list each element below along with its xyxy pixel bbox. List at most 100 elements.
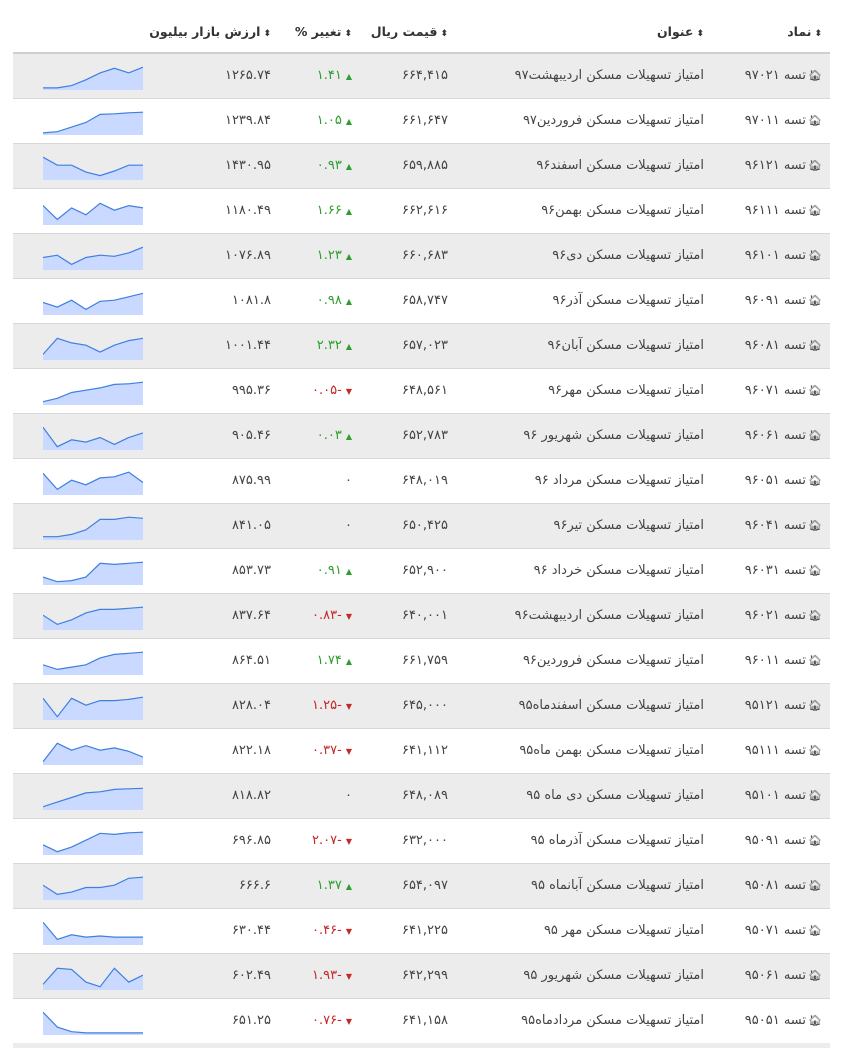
price-cell: ۶۴۲,۲۹۹ — [401, 968, 448, 983]
table-row[interactable]: 🏠︎تسه ۹۵۰۷۱ امتیاز تسهیلات مسکن مهر ۹۵ ۶۴۱… — [13, 909, 830, 954]
symbol-cell[interactable]: 🏠︎تسه ۹۵۰۹۱ — [745, 833, 822, 848]
change-value: -۱.۹۳ — [312, 968, 342, 983]
column-header-market-cap[interactable]: ⬍ارزش بازار بیلیون — [149, 24, 271, 39]
column-header-price[interactable]: ⬍قیمت ریال — [371, 24, 448, 39]
symbol-cell[interactable]: 🏠︎تسه ۹۷۰۲۱ — [745, 68, 822, 83]
symbol-text: تسه ۹۵۰۹۱ — [744, 833, 807, 848]
sparkline-area — [43, 382, 143, 405]
sparkline-area — [43, 922, 143, 945]
sparkline-chart — [43, 831, 143, 855]
table-header: ⬍نماد ⬍عنوان ⬍قیمت ریال ⬍تغییر % ⬍ارزش ب… — [13, 0, 830, 54]
table-row[interactable]: 🏠︎تسه ۹۶۱۱۱ امتیاز تسهیلات مسکن بهمن۹۶ ۶۶۲… — [13, 189, 830, 234]
symbol-cell[interactable]: 🏠︎تسه ۹۶۰۵۱ — [745, 473, 822, 488]
symbol-cell[interactable]: 🏠︎تسه ۹۵۰۵۱ — [745, 1013, 822, 1028]
sparkline-area — [43, 652, 143, 675]
symbol-text: تسه ۹۶۱۲۱ — [744, 158, 807, 173]
triangle-up-icon: ▲ — [345, 297, 352, 306]
table-row[interactable]: 🏠︎تسه ۹۶۰۲۱ امتیاز تسهیلات مسکن اردیبهشت۹… — [13, 594, 830, 639]
symbol-cell[interactable]: 🏠︎تسه ۹۷۰۱۱ — [745, 113, 822, 128]
symbol-cell[interactable]: 🏠︎تسه ۹۵۰۷۱ — [745, 923, 822, 938]
sparkline-area — [43, 157, 143, 180]
symbol-cell[interactable]: 🏠︎تسه ۹۶۰۴۱ — [745, 518, 822, 533]
table-row[interactable]: 🏠︎تسه ۹۷۰۲۱ امتیاز تسهیلات مسکن اردیبهشت۹… — [13, 54, 830, 99]
symbol-cell[interactable]: 🏠︎تسه ۹۶۰۲۱ — [745, 608, 822, 623]
price-cell: ۶۵۸,۷۴۷ — [401, 293, 448, 308]
table-row[interactable]: 🏠︎تسه ۹۶۰۹۱ امتیاز تسهیلات مسکن آذر۹۶ ۶۵۸,… — [13, 279, 830, 324]
table-row[interactable]: 🏠︎تسه ۹۶۰۴۱ امتیاز تسهیلات مسکن تیر۹۶ ۶۵۰,… — [13, 504, 830, 549]
home-icon: 🏠︎ — [808, 969, 822, 982]
sparkline-chart — [43, 742, 143, 765]
price-cell: ۶۶۱,۶۴۷ — [401, 113, 448, 128]
symbol-cell[interactable]: 🏠︎تسه ۹۵۰۶۱ — [745, 968, 822, 983]
triangle-down-icon: ▼ — [345, 972, 352, 981]
symbol-cell[interactable]: 🏠︎تسه ۹۶۱۲۱ — [745, 158, 822, 173]
market-cap-cell: ۱۲۶۵.۷۴ — [224, 68, 271, 83]
table-row[interactable]: 🏠︎تسه ۹۶۰۷۱ امتیاز تسهیلات مسکن مهر۹۶ ۶۴۸,… — [13, 369, 830, 414]
symbol-text: تسه ۹۶۰۵۱ — [744, 473, 807, 488]
column-header-title[interactable]: ⬍عنوان — [657, 24, 704, 39]
home-icon: 🏠︎ — [808, 159, 822, 172]
home-icon: 🏠︎ — [808, 1014, 822, 1027]
symbol-text: تسه ۹۶۰۹۱ — [744, 293, 807, 308]
sparkline-chart — [43, 606, 143, 630]
table-row[interactable]: 🏠︎تسه ۹۵۱۱۱ امتیاز تسهیلات مسکن بهمن ماه۹… — [13, 729, 830, 774]
sparkline-chart — [43, 561, 143, 585]
change-cell: ▲۰.۹۸ — [317, 293, 352, 308]
symbol-cell[interactable]: 🏠︎تسه ۹۵۱۰۱ — [745, 788, 822, 803]
home-icon: 🏠︎ — [808, 114, 822, 127]
symbol-cell[interactable]: 🏠︎تسه ۹۶۰۸۱ — [745, 338, 822, 353]
stock-table: ⬍نماد ⬍عنوان ⬍قیمت ریال ⬍تغییر % ⬍ارزش ب… — [13, 0, 830, 1044]
symbol-cell[interactable]: 🏠︎تسه ۹۶۰۶۱ — [745, 428, 822, 443]
triangle-down-icon: ▼ — [345, 747, 352, 756]
triangle-up-icon: ▲ — [345, 882, 352, 891]
table-row[interactable]: 🏠︎تسه ۹۶۰۱۱ امتیاز تسهیلات مسکن فروردین۹۶… — [13, 639, 830, 684]
triangle-up-icon: ▲ — [345, 432, 352, 441]
market-cap-cell: ۸۶۴.۵۱ — [231, 653, 271, 668]
symbol-text: تسه ۹۶۰۳۱ — [744, 563, 807, 578]
home-icon: 🏠︎ — [808, 384, 822, 397]
price-cell: ۶۴۸,۰۱۹ — [401, 473, 448, 488]
price-cell: ۶۴۸,۰۸۹ — [401, 788, 448, 803]
table-row[interactable]: 🏠︎تسه ۹۶۱۲۱ امتیاز تسهیلات مسکن اسفند۹۶ ۶۵… — [13, 144, 830, 189]
table-row[interactable]: 🏠︎تسه ۹۶۰۶۱ امتیاز تسهیلات مسکن شهریور ۹۶… — [13, 414, 830, 459]
title-cell: امتیاز تسهیلات مسکن آذرماه ۹۵ — [530, 833, 704, 848]
symbol-cell[interactable]: 🏠︎تسه ۹۵۰۸۱ — [745, 878, 822, 893]
price-cell: ۶۵۲,۷۸۳ — [401, 428, 448, 443]
market-cap-cell: ۱۰۷۶.۸۹ — [224, 248, 271, 263]
change-value: ۱.۴۱ — [316, 68, 342, 83]
market-cap-cell: ۸۷۵.۹۹ — [231, 473, 271, 488]
table-row[interactable]: 🏠︎تسه ۹۵۰۹۱ امتیاز تسهیلات مسکن آذرماه ۹۵… — [13, 819, 830, 864]
title-cell: امتیاز تسهیلات مسکن تیر۹۶ — [553, 518, 704, 533]
change-value: ۱.۰۵ — [316, 113, 342, 128]
table-row[interactable]: 🏠︎تسه ۹۶۰۵۱ امتیاز تسهیلات مسکن مرداد ۹۶ ۶… — [13, 459, 830, 504]
sparkline-chart — [43, 967, 143, 990]
symbol-cell[interactable]: 🏠︎تسه ۹۶۱۱۱ — [745, 203, 822, 218]
table-row[interactable]: 🏠︎تسه ۹۵۰۸۱ امتیاز تسهیلات مسکن آبانماه ۹… — [13, 864, 830, 909]
table-row[interactable]: 🏠︎تسه ۹۶۰۳۱ امتیاز تسهیلات مسکن خرداد ۹۶ ۶… — [13, 549, 830, 594]
symbol-cell[interactable]: 🏠︎تسه ۹۶۰۳۱ — [745, 563, 822, 578]
symbol-cell[interactable]: 🏠︎تسه ۹۶۱۰۱ — [745, 248, 822, 263]
table-row[interactable]: 🏠︎تسه ۹۵۰۶۱ امتیاز تسهیلات مسکن شهریور ۹۵… — [13, 954, 830, 999]
column-header-change[interactable]: ⬍تغییر % — [295, 24, 352, 39]
sparkline-area — [43, 203, 143, 225]
table-row[interactable]: 🏠︎تسه ۹۵۱۲۱ امتیاز تسهیلات مسکن اسفندماه۹… — [13, 684, 830, 729]
sort-icon: ⬍ — [263, 29, 271, 39]
symbol-cell[interactable]: 🏠︎تسه ۹۵۱۱۱ — [745, 743, 822, 758]
title-cell: امتیاز تسهیلات مسکن فروردین۹۶ — [522, 653, 704, 668]
table-row[interactable]: 🏠︎تسه ۹۵۰۵۱ امتیاز تسهیلات مسکن مردادماه۹… — [13, 999, 830, 1044]
symbol-cell[interactable]: 🏠︎تسه ۹۶۰۱۱ — [745, 653, 822, 668]
table-row[interactable]: 🏠︎تسه ۹۶۰۸۱ امتیاز تسهیلات مسکن آبان۹۶ ۶۵۷… — [13, 324, 830, 369]
market-cap-cell: ۹۹۵.۳۶ — [231, 383, 271, 398]
column-header-symbol[interactable]: ⬍نماد — [787, 24, 822, 39]
table-row[interactable]: 🏠︎تسه ۹۶۱۰۱ امتیاز تسهیلات مسکن دی۹۶ ۶۶۰,۶… — [13, 234, 830, 279]
triangle-down-icon: ▼ — [345, 837, 352, 846]
table-row[interactable]: 🏠︎تسه ۹۷۰۱۱ امتیاز تسهیلات مسکن فروردین۹۷… — [13, 99, 830, 144]
symbol-cell[interactable]: 🏠︎تسه ۹۶۰۷۱ — [745, 383, 822, 398]
change-cell: ▼-۰.۰۵ — [312, 383, 352, 398]
sparkline-chart — [43, 651, 143, 675]
table-row[interactable]: 🏠︎تسه ۹۵۱۰۱ امتیاز تسهیلات مسکن دی ماه ۹۵… — [13, 774, 830, 819]
symbol-text: تسه ۹۶۰۸۱ — [744, 338, 807, 353]
home-icon: 🏠︎ — [808, 249, 822, 262]
symbol-cell[interactable]: 🏠︎تسه ۹۵۱۲۱ — [745, 698, 822, 713]
symbol-cell[interactable]: 🏠︎تسه ۹۶۰۹۱ — [745, 293, 822, 308]
